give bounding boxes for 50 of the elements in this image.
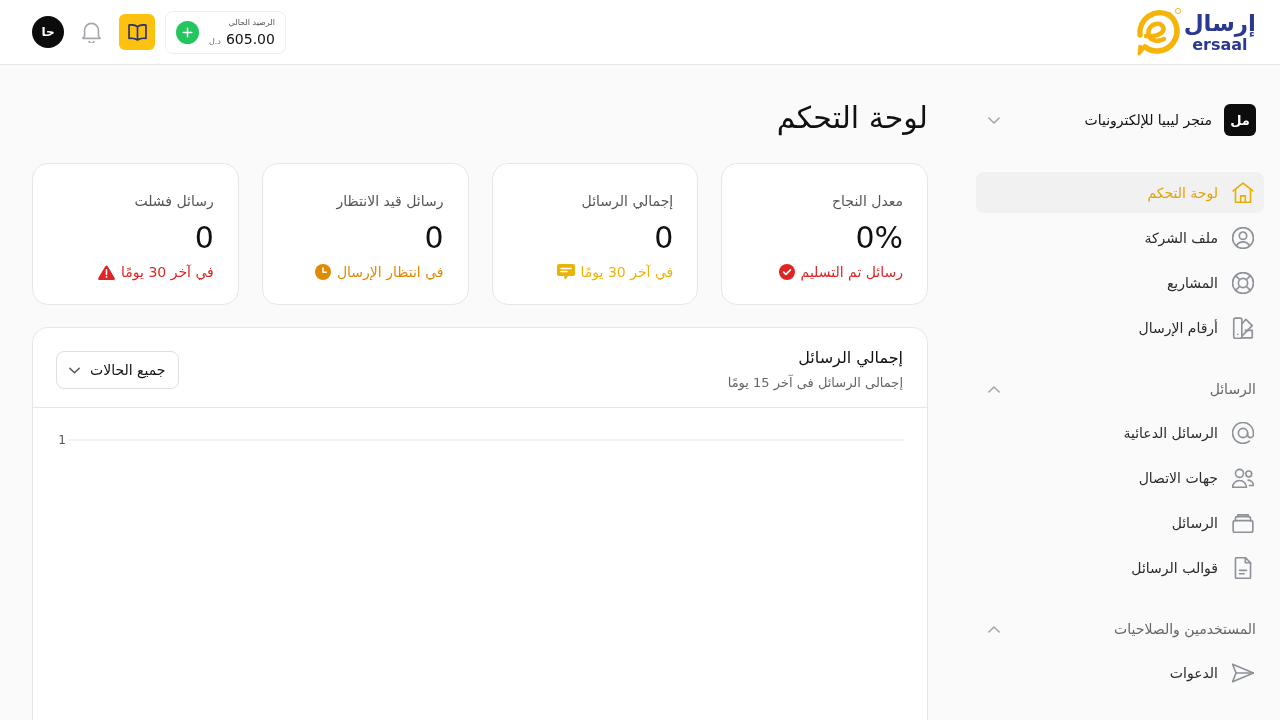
stat-title: رسائل فشلت	[134, 192, 214, 210]
nav-item[interactable]: المشاريع	[976, 262, 1264, 303]
home-icon	[1232, 181, 1254, 204]
nav-item[interactable]: الرسائل الدعائية	[976, 412, 1264, 453]
stat-value: 0	[194, 220, 214, 256]
book-icon	[127, 23, 147, 41]
at-sign-icon	[1232, 421, 1254, 444]
section-toggle[interactable]: المستخدمين والصلاحيات	[976, 619, 1264, 639]
page-title: لوحة التحكم	[775, 99, 928, 138]
stat-title: إجمالي الرسائل	[581, 192, 674, 210]
nav-item[interactable]: جهات الاتصال	[976, 457, 1264, 498]
stat-title: رسائل قيد الانتظار	[336, 192, 444, 210]
send-icon	[1232, 661, 1254, 684]
section-toggle[interactable]: الرسائل	[976, 379, 1264, 399]
lifebuoy-icon	[1232, 271, 1254, 294]
stat-note: رسائل تم التسليم	[800, 263, 903, 282]
swatch-icon	[1232, 316, 1254, 339]
guide-button[interactable]	[119, 14, 155, 50]
users-icon	[1232, 466, 1254, 489]
stat-note: في آخر 30 يومًا	[121, 263, 214, 282]
user-avatar[interactable]: حا	[32, 16, 64, 48]
currency-label: د.ل	[209, 36, 221, 46]
bell-icon[interactable]	[82, 21, 101, 43]
nav-item[interactable]: الدعوات	[976, 652, 1264, 693]
chevron-down-icon[interactable]	[988, 116, 1000, 124]
nav-item[interactable]: ملف الشركة	[976, 217, 1264, 258]
chevron-down-icon	[69, 366, 80, 374]
document-icon	[1232, 556, 1254, 579]
add-funds-icon[interactable]	[176, 20, 199, 44]
workspace-avatar: مل	[1224, 104, 1256, 136]
stat-value: 0%	[855, 220, 903, 256]
nav-item[interactable]: أرقام الإرسال	[976, 307, 1264, 348]
panel-subtitle: إجمالى الرسائل فى آخر 15 يومًا	[727, 373, 903, 393]
nav-item[interactable]: قوالب الرسائل	[976, 547, 1264, 588]
stat-value: 0	[654, 220, 674, 256]
stat-value: 0	[424, 220, 444, 256]
logo-text: ersaal	[1192, 36, 1248, 53]
logo-text: إرسال	[1183, 11, 1256, 36]
stat-title: معدل النجاح	[832, 192, 903, 210]
stat-note: في انتظار الإرسال	[336, 263, 444, 282]
user-circle-icon	[1232, 226, 1254, 249]
nav-item[interactable]: الرسائل	[976, 502, 1264, 543]
axis-tick-label: 1	[58, 433, 66, 447]
panel-title: إجمالي الرسائل	[798, 347, 903, 369]
balance-amount: 605.00	[225, 29, 275, 49]
workspace-name: متجر ليبيا للإلكترونيات	[1084, 112, 1212, 128]
stat-note: في آخر 30 يومًا	[580, 263, 674, 282]
tray-icon	[1232, 511, 1254, 534]
balance-label: الرصيد الحالي	[228, 16, 275, 29]
status-filter-dropdown[interactable]: جميع الحالات	[56, 351, 179, 389]
